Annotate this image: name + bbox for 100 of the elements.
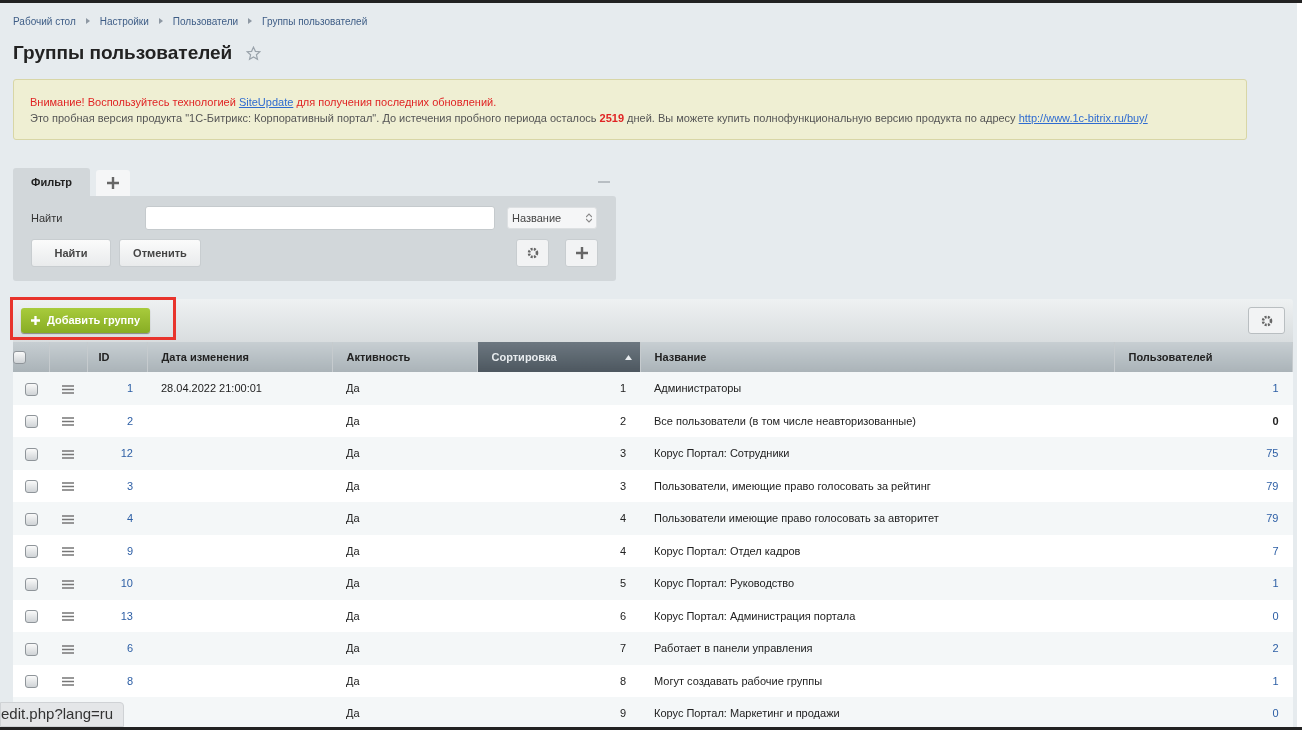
column-header[interactable]: Название bbox=[640, 342, 1114, 372]
updown-icon bbox=[586, 213, 592, 223]
sort-ascending-icon bbox=[624, 355, 632, 360]
group-name: Корус Портал: Сотрудники bbox=[654, 447, 790, 459]
column-header[interactable]: Дата изменения bbox=[147, 342, 332, 372]
sort-value: 9 bbox=[619, 707, 626, 719]
add-field-button[interactable] bbox=[565, 239, 598, 267]
row-checkbox[interactable] bbox=[24, 610, 38, 624]
users-count-link[interactable]: 79 bbox=[1266, 479, 1279, 492]
id-link[interactable]: 1 bbox=[126, 382, 133, 394]
column-header[interactable]: Пользователей bbox=[1114, 342, 1293, 372]
users-count-link[interactable]: 1 bbox=[1272, 382, 1279, 394]
group-name: Пользователи имеющие право голосовать за авторитет bbox=[654, 512, 939, 524]
link[interactable]: SiteUpdate bbox=[238, 96, 294, 108]
menu-icon[interactable] bbox=[62, 644, 74, 654]
row-checkbox[interactable] bbox=[24, 447, 38, 461]
status-url-tooltip: edit.php?lang=ru bbox=[0, 702, 125, 727]
menu-icon[interactable] bbox=[62, 417, 74, 427]
id-link[interactable]: 2 bbox=[126, 414, 133, 427]
id-link[interactable]: 10 bbox=[120, 577, 133, 589]
plus-icon bbox=[107, 177, 120, 189]
users-count-link[interactable]: 1 bbox=[1272, 577, 1279, 589]
chevron-icon bbox=[158, 18, 163, 24]
active-text: Да bbox=[346, 577, 360, 589]
group-name: Администраторы bbox=[654, 382, 742, 394]
sort-value: 3 bbox=[619, 447, 626, 459]
column-header[interactable]: ID bbox=[87, 342, 147, 372]
settings-icon bbox=[1260, 314, 1273, 327]
chevron-icon bbox=[85, 18, 90, 24]
settings-button[interactable] bbox=[1248, 307, 1285, 334]
menu-icon[interactable] bbox=[62, 612, 74, 622]
menu-icon[interactable] bbox=[62, 384, 74, 394]
row-checkbox[interactable] bbox=[24, 415, 38, 429]
menu-icon[interactable] bbox=[62, 547, 74, 557]
active-text: Да bbox=[346, 447, 360, 459]
sort-value: 5 bbox=[619, 577, 626, 589]
id-link[interactable]: 9 bbox=[126, 544, 133, 557]
menu-icon[interactable] bbox=[62, 482, 74, 492]
users-count-link[interactable]: 0 bbox=[1272, 609, 1279, 622]
group-name: Корус Портал: Маркетинг и продажи bbox=[654, 707, 840, 719]
search-field[interactable] bbox=[145, 206, 495, 230]
menu-icon[interactable] bbox=[62, 677, 74, 687]
id-link[interactable]: 4 bbox=[126, 512, 133, 524]
group-name: Работает в панели управления bbox=[654, 642, 813, 654]
menu-icon[interactable] bbox=[62, 449, 74, 459]
users-count-link[interactable]: 79 bbox=[1266, 512, 1279, 524]
menu-icon[interactable] bbox=[62, 579, 74, 589]
active-text: Да bbox=[346, 609, 360, 622]
column-header[interactable]: Сортировка bbox=[477, 342, 640, 372]
breadcrumb-link[interactable]: Рабочий стол bbox=[13, 13, 76, 29]
sort-value: 4 bbox=[619, 512, 626, 524]
users-count-link[interactable]: 0 bbox=[1272, 707, 1279, 719]
breadcrumb-link[interactable]: Настройки bbox=[99, 13, 149, 29]
group-name: Все пользователи (в том числе неавторизованные) bbox=[654, 414, 916, 427]
active-text: Да bbox=[346, 642, 360, 654]
group-name: Корус Портал: Администрация портала bbox=[654, 609, 856, 622]
plus-icon bbox=[31, 316, 40, 325]
sort-value: 8 bbox=[619, 674, 626, 687]
find-label: Найти bbox=[31, 210, 64, 226]
row-checkbox[interactable] bbox=[24, 512, 38, 526]
sort-value: 2 bbox=[619, 414, 626, 427]
trial-text: Это пробная версия продукта "1С-Битрикс: Корпоративный портал". До истечения пробного периода осталось 2519 дней. Вы можете купить полнофункциональную версию продукта по адресу http://www.1c-bitrix.ru/buy/ bbox=[30, 111, 1149, 126]
id-link[interactable]: 12 bbox=[120, 447, 133, 459]
row-checkbox[interactable] bbox=[24, 675, 38, 689]
users-count-link[interactable]: 75 bbox=[1266, 447, 1279, 459]
column-header[interactable]: Активность bbox=[332, 342, 477, 372]
id-link[interactable]: 8 bbox=[126, 674, 133, 687]
sort-value: 3 bbox=[619, 479, 626, 492]
find-button[interactable]: Найти bbox=[31, 239, 111, 267]
users-count-link[interactable]: 2 bbox=[1272, 642, 1279, 654]
settings-button[interactable] bbox=[516, 239, 549, 267]
id-link[interactable]: 13 bbox=[120, 609, 133, 622]
id-link[interactable]: 3 bbox=[126, 479, 133, 492]
breadcrumb-link[interactable]: Пользователи bbox=[172, 13, 239, 29]
users-count-link[interactable]: 7 bbox=[1272, 544, 1279, 557]
cancel-button[interactable]: Отменить bbox=[119, 239, 201, 267]
filter-tab[interactable]: Фильтр bbox=[13, 168, 91, 196]
star-icon[interactable] bbox=[246, 45, 262, 61]
users-count-link[interactable]: 1 bbox=[1272, 674, 1279, 687]
breadcrumb-link[interactable]: Группы пользователей bbox=[262, 13, 368, 29]
page-title: Группы пользователей bbox=[13, 40, 233, 65]
row-checkbox[interactable] bbox=[24, 577, 38, 591]
sort-value: 7 bbox=[619, 642, 626, 654]
active-text: Да bbox=[346, 414, 360, 427]
active-text: Да bbox=[346, 707, 360, 719]
row-checkbox[interactable] bbox=[24, 545, 38, 559]
id-link[interactable]: 6 bbox=[126, 642, 133, 654]
select-all-checkbox[interactable] bbox=[13, 351, 26, 365]
users-count: 0 bbox=[1272, 414, 1279, 427]
menu-icon[interactable] bbox=[62, 514, 74, 524]
active-text: Да bbox=[346, 479, 360, 492]
active-text: Да bbox=[346, 382, 360, 394]
field-select[interactable]: Название bbox=[507, 207, 597, 229]
row-checkbox[interactable] bbox=[24, 642, 38, 656]
row-checkbox[interactable] bbox=[24, 382, 38, 396]
active-text: Да bbox=[346, 674, 360, 687]
add-filter-tab-button[interactable] bbox=[96, 170, 131, 196]
link[interactable]: http://www.1c-bitrix.ru/buy/ bbox=[1018, 112, 1148, 124]
row-checkbox[interactable] bbox=[24, 480, 38, 494]
chevron-icon bbox=[248, 18, 253, 24]
